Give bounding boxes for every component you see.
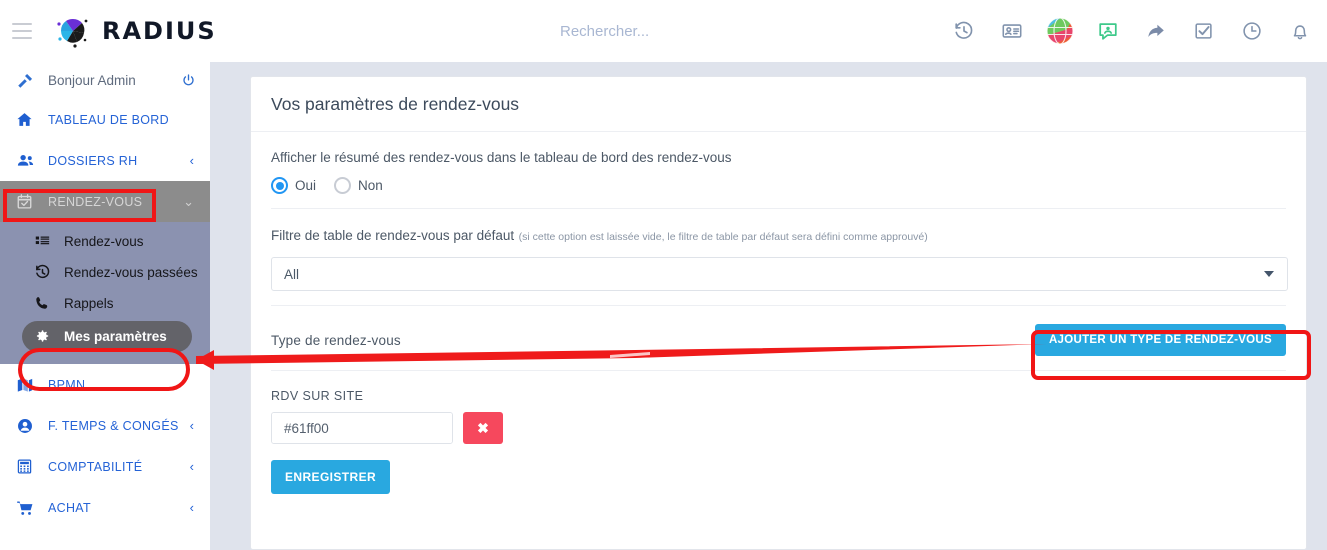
sidebar-item-tableau-de-bord[interactable]: TABLEAU DE BORD <box>0 99 210 140</box>
default-filter-section: Filtre de table de rendez-vous par défau… <box>271 209 1288 306</box>
radio-dot[interactable] <box>334 177 352 194</box>
chevron-down-icon: ⌄ <box>183 193 194 209</box>
save-button[interactable]: ENREGISTRER <box>271 460 391 494</box>
globe-colored-icon[interactable] <box>1043 14 1077 48</box>
chevron-down-icon[interactable] <box>1264 271 1274 277</box>
gavel-icon <box>16 72 36 90</box>
global-search[interactable] <box>560 0 860 62</box>
left-sidebar: Bonjour Admin TABLEAU DE BORD DOSSIERS R… <box>0 62 210 550</box>
user-circle-icon <box>16 417 38 435</box>
summary-section: Afficher le résumé des rendez-vous dans … <box>271 132 1286 209</box>
submenu-label: Rendez-vous passées <box>64 265 198 280</box>
submenu-label: Mes paramètres <box>64 329 167 344</box>
card-header: Vos paramètres de rendez-vous <box>251 77 1306 132</box>
sidebar-label: F. TEMPS & CONGÉS <box>48 418 179 433</box>
sidebar-item-rendez-vous-passees[interactable]: Rendez-vous passées <box>0 257 210 288</box>
sidebar-label: RENDEZ-VOUS <box>48 194 143 209</box>
sidebar-item-comptabilite[interactable]: COMPTABILITÉ ‹ <box>0 446 210 487</box>
cart-icon <box>16 499 38 517</box>
sidebar-label: ACHAT <box>48 500 91 515</box>
calendar-check-icon <box>16 193 38 210</box>
clock-icon[interactable] <box>1235 14 1269 48</box>
brand-logo[interactable]: RADIUS <box>54 12 217 50</box>
sidebar-item-rendez-vous[interactable]: RENDEZ-VOUS ⌄ <box>0 181 210 222</box>
radio-non[interactable]: Non <box>334 177 383 194</box>
chevron-icon: ‹ <box>189 153 194 168</box>
sidebar-item-bpmn[interactable]: BPMN <box>0 364 210 405</box>
chat-user-icon[interactable] <box>1091 14 1125 48</box>
radio-oui[interactable]: Oui <box>271 177 316 194</box>
type-entry-name: RDV SUR SITE <box>271 389 364 403</box>
checkbox-task-icon[interactable] <box>1187 14 1221 48</box>
contact-card-icon[interactable] <box>995 14 1029 48</box>
submenu-label: Rappels <box>64 296 114 311</box>
radio-label: Oui <box>295 178 317 193</box>
sidebar-label: BPMN <box>48 377 86 392</box>
bell-notification-icon[interactable] <box>1283 14 1317 48</box>
appointment-types-section: Type de rendez-vous AJOUTER UN TYPE DE R… <box>271 306 1286 371</box>
settings-card: Vos paramètres de rendez-vous Afficher l… <box>250 76 1307 550</box>
radio-label: Non <box>358 178 383 193</box>
filter-label: Filtre de table de rendez-vous par défau… <box>271 228 515 243</box>
list-icon <box>34 233 56 250</box>
card-body: Afficher le résumé des rendez-vous dans … <box>251 132 1306 508</box>
summary-radio-group: Oui Non <box>271 177 1286 194</box>
sidebar-label: COMPTABILITÉ <box>48 459 143 474</box>
sidebar-item-dossiers-rh[interactable]: DOSSIERS RH ‹ <box>0 140 210 181</box>
add-appointment-type-button[interactable]: AJOUTER UN TYPE DE RENDEZ-VOUS <box>1034 324 1286 356</box>
sidebar-item-mes-parametres[interactable]: Mes paramètres <box>22 321 192 352</box>
rendez-vous-submenu: Rendez-vous Rendez-vous passées Rappels … <box>0 222 210 364</box>
select-value: All <box>284 266 300 282</box>
top-navigation-bar: RADIUS <box>0 0 1327 62</box>
main-content: Vos paramètres de rendez-vous Afficher l… <box>210 62 1327 550</box>
phone-icon <box>34 295 56 311</box>
default-filter-select[interactable]: All <box>271 257 1288 291</box>
sidebar-item-achat[interactable]: ACHAT ‹ <box>0 487 210 528</box>
chevron-icon: ‹ <box>189 500 194 515</box>
filter-hint: (si cette option est laissée vide, le fi… <box>518 231 928 243</box>
submenu-label: Rendez-vous <box>64 234 144 249</box>
top-icon-group <box>947 0 1317 62</box>
delete-type-button[interactable]: ✖ <box>463 412 503 444</box>
color-field[interactable] <box>271 412 453 444</box>
color-hex-input[interactable] <box>272 413 452 443</box>
page-title: Vos paramètres de rendez-vous <box>271 93 520 114</box>
types-header-row: Type de rendez-vous AJOUTER UN TYPE DE R… <box>271 324 1286 356</box>
share-arrow-icon[interactable] <box>1139 14 1173 48</box>
search-input[interactable] <box>560 22 860 40</box>
app-root: RADIUS Rechercher... Bonjour Admin TABLE… <box>0 0 1327 550</box>
sidebar-label: TABLEAU DE BORD <box>48 112 169 127</box>
chevron-icon: ‹ <box>189 418 194 433</box>
history-icon[interactable] <box>947 14 981 48</box>
power-icon[interactable] <box>181 73 196 88</box>
history-icon <box>34 264 56 281</box>
sidebar-item-f-temps-conges[interactable]: F. TEMPS & CONGÉS ‹ <box>0 405 210 446</box>
type-entry-section: RDV SUR SITE ✖ ENREGISTRER <box>271 371 1286 508</box>
radio-dot-selected[interactable] <box>271 177 288 194</box>
greeting-text: Bonjour Admin <box>48 73 136 88</box>
gear-icon <box>34 328 56 344</box>
types-label: Type de rendez-vous <box>271 332 401 348</box>
radius-pinwheel-icon <box>54 12 92 50</box>
home-icon <box>16 111 38 128</box>
sidebar-item-rendez-vous-list[interactable]: Rendez-vous <box>0 226 210 257</box>
chevron-icon: ‹ <box>189 459 194 474</box>
sidebar-item-rappels[interactable]: Rappels <box>0 288 210 319</box>
hamburger-menu-icon[interactable] <box>12 23 32 39</box>
summary-label: Afficher le résumé des rendez-vous dans … <box>271 150 732 165</box>
sidebar-label: DOSSIERS RH <box>48 153 138 168</box>
type-color-row: ✖ <box>271 412 1286 444</box>
map-icon <box>16 376 38 394</box>
filter-label-row: Filtre de table de rendez-vous par défau… <box>271 227 1286 245</box>
users-icon <box>16 151 38 170</box>
brand-name: RADIUS <box>102 17 217 45</box>
calculator-icon <box>16 458 38 475</box>
greeting-row: Bonjour Admin <box>0 62 210 99</box>
